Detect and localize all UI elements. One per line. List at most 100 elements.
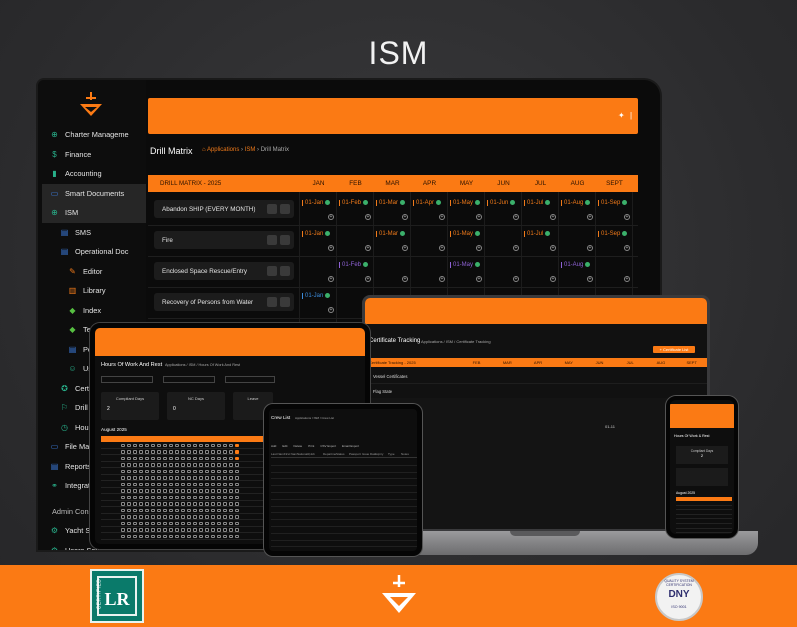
table-row[interactable]: [271, 520, 417, 527]
hour-checkbox[interactable]: [181, 489, 185, 493]
hour-checkbox[interactable]: [187, 450, 191, 454]
hour-checkbox[interactable]: [205, 476, 209, 480]
hour-checkbox[interactable]: [127, 502, 131, 506]
hour-checkbox[interactable]: [163, 450, 167, 454]
hour-checkbox[interactable]: [151, 476, 155, 480]
hour-checkbox[interactable]: [151, 443, 155, 448]
hour-checkbox[interactable]: [163, 476, 167, 480]
breadcrumb-applications[interactable]: Applications: [207, 147, 239, 153]
hour-checkbox[interactable]: [157, 482, 161, 487]
hour-checkbox[interactable]: [163, 502, 167, 506]
add-drill-icon[interactable]: +: [624, 245, 630, 251]
add-drill-icon[interactable]: +: [439, 245, 445, 251]
hour-checkbox[interactable]: [169, 463, 173, 467]
drill-date-cell[interactable]: 01-Mar: [376, 200, 406, 207]
hour-checkbox[interactable]: [187, 515, 191, 519]
column-header[interactable]: Status: [336, 452, 349, 456]
hour-checkbox[interactable]: [163, 489, 167, 493]
certificate-list-button[interactable]: + Certificate List: [653, 346, 695, 353]
drill-date-cell[interactable]: 01-Jul: [524, 231, 551, 238]
hour-checkbox[interactable]: [127, 489, 131, 493]
hour-checkbox[interactable]: [163, 528, 167, 532]
hour-checkbox[interactable]: [223, 528, 227, 532]
hour-checkbox[interactable]: [133, 495, 137, 500]
hour-checkbox[interactable]: [169, 502, 173, 506]
hour-checkbox[interactable]: [235, 443, 239, 448]
hour-checkbox[interactable]: [187, 476, 191, 480]
hour-checkbox[interactable]: [133, 508, 137, 513]
hour-checkbox[interactable]: [193, 528, 197, 532]
hour-checkbox[interactable]: [133, 450, 137, 454]
toolbar-button[interactable]: Print: [308, 444, 314, 448]
hour-checkbox[interactable]: [157, 443, 161, 448]
hour-checkbox[interactable]: [181, 463, 185, 467]
toolbar-button[interactable]: Add: [271, 444, 276, 448]
trash-icon[interactable]: [280, 266, 290, 276]
hour-checkbox[interactable]: [151, 469, 155, 474]
table-row[interactable]: Vessel Certificates: [365, 370, 707, 384]
hour-checkbox[interactable]: [157, 502, 161, 506]
hour-checkbox[interactable]: [157, 508, 161, 513]
table-row[interactable]: [271, 500, 417, 507]
column-header[interactable]: Job: [310, 452, 323, 456]
hour-checkbox[interactable]: [169, 489, 173, 493]
hour-checkbox[interactable]: [169, 443, 173, 448]
hour-checkbox[interactable]: [121, 515, 125, 519]
add-drill-icon[interactable]: +: [624, 214, 630, 220]
hour-checkbox[interactable]: [211, 489, 215, 493]
hour-checkbox[interactable]: [193, 456, 197, 461]
add-drill-icon[interactable]: +: [439, 214, 445, 220]
hour-checkbox[interactable]: [235, 521, 239, 526]
hour-checkbox[interactable]: [211, 450, 215, 454]
hour-checkbox[interactable]: [223, 482, 227, 487]
add-drill-icon[interactable]: +: [328, 245, 334, 251]
hour-checkbox[interactable]: [235, 489, 239, 493]
hour-checkbox[interactable]: [175, 450, 179, 454]
hour-checkbox[interactable]: [217, 502, 221, 506]
hour-checkbox[interactable]: [199, 495, 203, 500]
hour-checkbox[interactable]: [199, 482, 203, 487]
table-row[interactable]: [271, 534, 417, 541]
hour-checkbox[interactable]: [205, 528, 209, 532]
add-drill-icon[interactable]: +: [476, 245, 482, 251]
hour-checkbox[interactable]: [121, 469, 125, 474]
table-row[interactable]: [271, 459, 417, 466]
hour-checkbox[interactable]: [181, 456, 185, 461]
add-drill-icon[interactable]: +: [328, 307, 334, 313]
drill-date-cell[interactable]: 01-Feb: [339, 200, 369, 207]
hour-checkbox[interactable]: [151, 456, 155, 461]
hour-checkbox[interactable]: [235, 463, 239, 467]
hour-checkbox[interactable]: [139, 456, 143, 461]
hour-checkbox[interactable]: [133, 482, 137, 487]
hour-checkbox[interactable]: [169, 482, 173, 487]
hour-checkbox[interactable]: [223, 534, 227, 539]
hour-checkbox[interactable]: [151, 521, 155, 526]
hour-checkbox[interactable]: [223, 476, 227, 480]
hour-checkbox[interactable]: [211, 528, 215, 532]
hour-checkbox[interactable]: [133, 489, 137, 493]
hour-checkbox[interactable]: [157, 489, 161, 493]
hour-checkbox[interactable]: [229, 482, 233, 487]
hour-checkbox[interactable]: [169, 528, 173, 532]
hour-checkbox[interactable]: [151, 482, 155, 487]
add-drill-icon[interactable]: +: [587, 214, 593, 220]
hour-checkbox[interactable]: [175, 443, 179, 448]
hour-checkbox[interactable]: [157, 528, 161, 532]
hour-checkbox[interactable]: [121, 521, 125, 526]
hour-checkbox[interactable]: [229, 515, 233, 519]
hour-checkbox[interactable]: [217, 528, 221, 532]
drill-date-cell[interactable]: 01-May: [450, 262, 481, 269]
hour-checkbox[interactable]: [121, 443, 125, 448]
hour-checkbox[interactable]: [139, 508, 143, 513]
drill-date-cell[interactable]: 01-May: [450, 200, 481, 207]
hour-checkbox[interactable]: [169, 456, 173, 461]
hour-checkbox[interactable]: [169, 450, 173, 454]
date-select[interactable]: [225, 376, 275, 383]
hour-checkbox[interactable]: [151, 463, 155, 467]
hour-checkbox[interactable]: [175, 456, 179, 461]
hour-checkbox[interactable]: [211, 476, 215, 480]
add-drill-icon[interactable]: +: [550, 245, 556, 251]
hour-checkbox[interactable]: [133, 534, 137, 539]
add-drill-icon[interactable]: +: [476, 276, 482, 282]
hour-checkbox[interactable]: [193, 450, 197, 454]
